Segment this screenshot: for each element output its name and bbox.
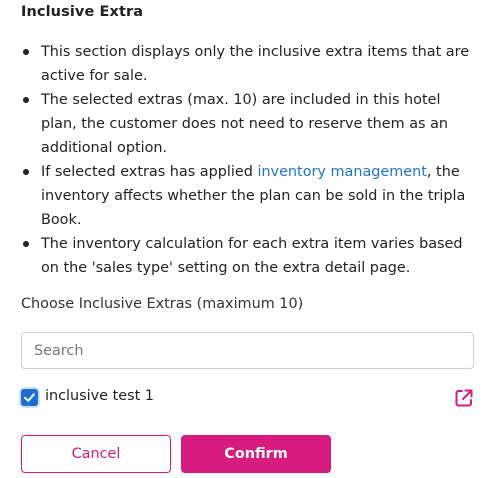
confirm-button[interactable]: Confirm	[181, 435, 331, 473]
item-label: inclusive test 1	[45, 388, 154, 404]
info-bullet-text: The selected extras (max. 10) are includ…	[41, 92, 449, 156]
info-bullet-list: This section displays only the inclusive…	[21, 40, 477, 280]
info-bullet-text: The inventory calculation for each extra…	[41, 236, 463, 276]
section-title: Inclusive Extra	[21, 4, 144, 20]
search-input[interactable]	[21, 332, 474, 369]
info-bullet: The inventory calculation for each extra…	[21, 232, 477, 280]
choose-extras-label: Choose Inclusive Extras (maximum 10)	[21, 296, 304, 312]
cancel-button[interactable]: Cancel	[21, 435, 171, 473]
external-link-icon[interactable]	[453, 387, 475, 409]
info-bullet-text-before: If selected extras has applied	[41, 164, 258, 180]
bullet-dot-icon	[23, 97, 29, 103]
list-item: inclusive test 1	[21, 386, 477, 410]
bullet-dot-icon	[23, 169, 29, 175]
info-bullet-text: This section displays only the inclusive…	[41, 44, 470, 84]
bullet-dot-icon	[23, 49, 29, 55]
bullet-dot-icon	[23, 241, 29, 247]
inventory-management-link[interactable]: inventory management	[257, 164, 426, 180]
info-bullet: This section displays only the inclusive…	[21, 40, 477, 88]
checkmark-icon	[24, 393, 35, 402]
item-checkbox[interactable]	[21, 389, 38, 406]
info-bullet: If selected extras has applied inventory…	[21, 160, 477, 232]
info-bullet: The selected extras (max. 10) are includ…	[21, 88, 477, 160]
